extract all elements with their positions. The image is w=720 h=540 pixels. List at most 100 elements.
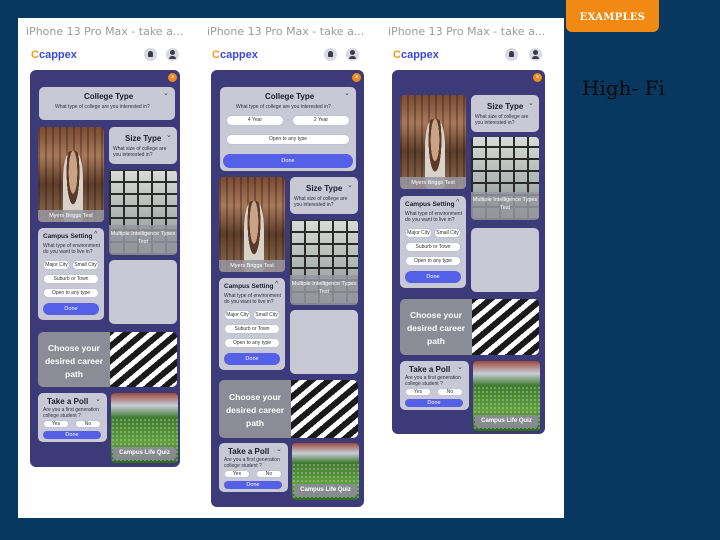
chevron-down-icon[interactable]: ⌄ xyxy=(163,89,169,97)
bell-icon[interactable] xyxy=(505,48,518,61)
chevron-down-icon[interactable]: ⌄ xyxy=(166,131,172,139)
campus-life-photo[interactable]: Campus Life Quiz xyxy=(111,393,178,463)
poll-card[interactable]: Take a Poll ⌄ Are you a first generation… xyxy=(400,361,469,410)
empty-card xyxy=(290,310,358,374)
career-photo[interactable] xyxy=(291,380,358,438)
cappex-logo[interactable]: Ccappex xyxy=(393,49,439,61)
frame-label-3[interactable]: iPhone 13 Pro Max - take a... xyxy=(388,25,545,38)
campus-setting-subtitle: What type of environment do you want to … xyxy=(43,243,100,255)
bell-icon[interactable] xyxy=(324,48,337,61)
chevron-up-icon[interactable]: ^ xyxy=(275,281,278,288)
empty-card xyxy=(109,260,177,324)
done-button[interactable]: Done xyxy=(43,303,99,315)
user-icon[interactable] xyxy=(166,48,179,61)
chevron-up-icon[interactable]: ^ xyxy=(94,231,97,238)
campus-life-photo[interactable]: Campus Life Quiz xyxy=(473,361,540,431)
size-type-card[interactable]: Size Type ⌄ What size of college are you… xyxy=(290,177,358,214)
small-city-option[interactable]: Small City xyxy=(434,228,461,238)
myers-briggs-label: Myers Briggs Test xyxy=(219,260,285,272)
college-type-card[interactable]: College Type ⌄ What type of college are … xyxy=(39,87,175,120)
campus-life-label: Campus Life Quiz xyxy=(294,484,357,497)
yes-option[interactable]: Yes xyxy=(224,470,250,478)
yes-option[interactable]: Yes xyxy=(405,388,431,396)
myers-briggs-photo[interactable]: Myers Briggs Test xyxy=(38,127,104,222)
phone-frame-3: Ccappex × Myers Briggs Test Size Type ⌄ … xyxy=(387,40,552,442)
user-icon[interactable] xyxy=(529,48,542,61)
major-city-option[interactable]: Major City xyxy=(224,310,251,320)
size-type-title: Size Type xyxy=(306,184,343,193)
app-header: Ccappex xyxy=(387,40,552,70)
four-year-option[interactable]: 4 Year xyxy=(226,115,284,126)
chevron-down-icon[interactable]: ⌄ xyxy=(528,99,534,107)
chevron-down-icon[interactable]: ⌄ xyxy=(344,89,350,97)
chevron-down-icon[interactable]: ⌄ xyxy=(457,363,463,371)
major-city-option[interactable]: Major City xyxy=(43,260,70,270)
major-city-option[interactable]: Major City xyxy=(405,228,432,238)
suburb-option[interactable]: Suburb or Town xyxy=(405,242,461,252)
poll-title: Take a Poll xyxy=(47,397,89,406)
career-photo[interactable] xyxy=(472,299,539,355)
myers-briggs-label: Myers Briggs Test xyxy=(400,177,466,189)
chevron-down-icon[interactable]: ⌄ xyxy=(347,181,353,189)
open-any-option[interactable]: Open to any type xyxy=(224,338,280,348)
done-button[interactable]: Done xyxy=(224,353,280,365)
size-type-card[interactable]: Size Type ⌄ What size of college are you… xyxy=(109,127,177,164)
user-icon[interactable] xyxy=(346,48,359,61)
campus-setting-card[interactable]: Campus Setting ^ What type of environmen… xyxy=(400,196,466,288)
close-icon[interactable]: × xyxy=(352,73,361,82)
campus-setting-subtitle: What type of environment do you want to … xyxy=(224,293,281,305)
chevron-down-icon[interactable]: ⌄ xyxy=(95,395,101,403)
poll-question: Are you a first generation college stude… xyxy=(405,375,461,387)
size-type-card[interactable]: Size Type ⌄ What size of college are you… xyxy=(471,95,539,132)
no-option[interactable]: No xyxy=(437,388,463,396)
no-option[interactable]: No xyxy=(75,420,101,428)
open-any-option[interactable]: Open to any type xyxy=(405,256,461,266)
suburb-option[interactable]: Suburb or Town xyxy=(43,274,99,284)
career-path-label[interactable]: Choose your desired career path xyxy=(400,299,472,355)
done-button[interactable]: Done xyxy=(405,399,463,407)
college-type-card-expanded[interactable]: College Type ⌄ What type of college are … xyxy=(220,87,356,171)
poll-card[interactable]: Take a Poll ⌄ Are you a first generation… xyxy=(38,393,107,442)
campus-life-photo[interactable]: Campus Life Quiz xyxy=(292,443,359,500)
myers-briggs-photo[interactable]: Myers Briggs Test xyxy=(219,177,285,272)
campus-setting-card[interactable]: Campus Setting ^ What type of environmen… xyxy=(38,228,104,320)
multiple-intelligence-photo[interactable]: Multiple Intelligence Types Test xyxy=(471,137,539,220)
poll-card[interactable]: Take a Poll ⌄ Are you a first generation… xyxy=(219,443,288,492)
career-path-label[interactable]: Choose your desired career path xyxy=(219,380,291,438)
size-type-subtitle: What size of college are you interested … xyxy=(113,146,167,158)
frame-label-1[interactable]: iPhone 13 Pro Max - take a... xyxy=(26,25,183,38)
multiple-intelligence-photo[interactable]: Multiple Intelligence Types Test xyxy=(109,170,177,255)
career-path-label[interactable]: Choose your desired career path xyxy=(38,332,110,387)
done-button[interactable]: Done xyxy=(224,481,282,489)
size-type-title: Size Type xyxy=(125,134,162,143)
small-city-option[interactable]: Small City xyxy=(253,310,280,320)
phone-frame-2: Ccappex × College Type ⌄ What type of co… xyxy=(206,40,369,515)
two-year-option[interactable]: 2 Year xyxy=(292,115,350,126)
yes-option[interactable]: Yes xyxy=(43,420,69,428)
done-button[interactable]: Done xyxy=(405,271,461,283)
done-button[interactable]: Done xyxy=(43,431,101,439)
cappex-logo[interactable]: Ccappex xyxy=(212,49,258,61)
poll-question: Are you a first generation college stude… xyxy=(43,407,99,419)
close-icon[interactable]: × xyxy=(533,73,542,82)
college-type-title: College Type xyxy=(84,92,134,101)
career-photo[interactable] xyxy=(110,332,177,387)
suburb-option[interactable]: Suburb or Town xyxy=(224,324,280,334)
open-any-option[interactable]: Open to any type xyxy=(43,288,99,298)
myers-briggs-photo[interactable]: Myers Briggs Test xyxy=(400,95,466,189)
chevron-up-icon[interactable]: ^ xyxy=(456,199,459,206)
frame-label-2[interactable]: iPhone 13 Pro Max - take a... xyxy=(207,25,364,38)
quiz-screen: × Myers Briggs Test Size Type ⌄ What siz… xyxy=(392,70,545,434)
close-icon[interactable]: × xyxy=(168,73,177,82)
no-option[interactable]: No xyxy=(256,470,282,478)
open-any-option[interactable]: Open to any type xyxy=(226,134,350,145)
chevron-down-icon[interactable]: ⌄ xyxy=(276,445,282,453)
bell-icon[interactable] xyxy=(144,48,157,61)
small-city-option[interactable]: Small City xyxy=(72,260,99,270)
multiple-intelligence-photo[interactable]: Multiple Intelligence Types Test xyxy=(290,220,358,305)
app-header: Ccappex xyxy=(25,40,183,70)
cappex-logo[interactable]: Ccappex xyxy=(31,49,77,61)
campus-setting-title: Campus Setting xyxy=(405,201,455,208)
campus-setting-card[interactable]: Campus Setting ^ What type of environmen… xyxy=(219,278,285,370)
done-button[interactable]: Done xyxy=(223,154,353,168)
